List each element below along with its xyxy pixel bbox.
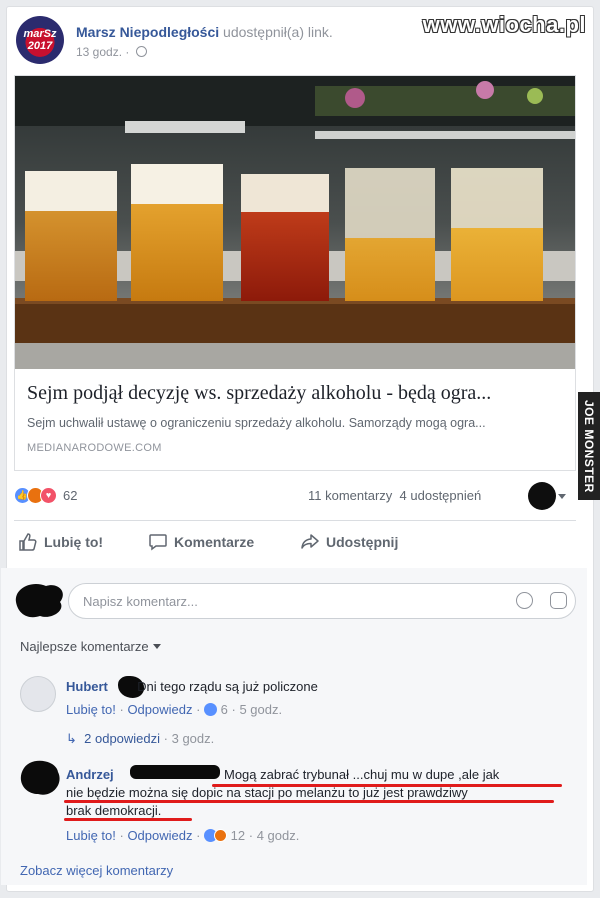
comment-input[interactable]: Napisz komentarz... [68, 583, 576, 619]
comment-reaction-count[interactable]: 12 [231, 828, 245, 843]
comment-time[interactable]: 4 godz. [257, 828, 300, 843]
comment-like-link[interactable]: Lubię to! [66, 702, 116, 717]
engagement-stats: 11 komentarzy 4 udostępnień [308, 488, 481, 503]
share-button[interactable]: Udostępnij [300, 532, 398, 552]
chevron-down-icon [152, 644, 161, 649]
commenter-avatar[interactable] [20, 676, 56, 712]
share-button-label: Udostępnij [326, 534, 399, 550]
chevron-down-icon[interactable] [558, 494, 566, 499]
reactions-summary[interactable]: 👍 ♥ 62 [14, 486, 77, 504]
comment-text-line-1: Mogą zabrać trybunał ...chuj mu w dupe ,… [224, 767, 500, 782]
comment-footer: Lubię to! · Odpowiedz · 6 · 5 godz. [66, 702, 283, 717]
love-icon: ♥ [40, 486, 57, 504]
comment-reaction-count[interactable]: 6 [221, 702, 228, 717]
comment-button[interactable]: Komentarze [148, 532, 254, 552]
red-underline [212, 784, 562, 787]
preview-title[interactable]: Sejm podjął decyzję ws. sprzedaży alkoho… [27, 382, 491, 405]
current-user-avatar [15, 583, 63, 618]
post-time[interactable]: 13 godz. [76, 45, 122, 59]
page-avatar-text: marSz 2017 [23, 28, 57, 52]
comment-body: Hubert Dni tego rządu są już policzone [66, 679, 318, 694]
redaction-scribble [130, 765, 220, 779]
site-watermark: www.wiocha.pl [422, 12, 586, 37]
reply-arrow-icon: ↳ [66, 731, 77, 746]
page-avatar[interactable]: marSz 2017 [16, 16, 64, 64]
like-button[interactable]: Lubię to! [18, 532, 103, 552]
post-author-line: Marsz Niepodległości udostępnił(a) link. [76, 24, 333, 40]
comment-button-label: Komentarze [174, 534, 255, 550]
replies-time: 3 godz. [171, 731, 215, 746]
comment-text-line-3: brak demokracji. [66, 803, 162, 818]
comment-text: Dni tego rządu są już policzone [137, 679, 318, 694]
thumbs-up-icon [19, 533, 37, 551]
emoji-icon[interactable] [516, 592, 533, 609]
comment-count-link[interactable]: 11 komentarzy [308, 488, 392, 503]
preview-domain: MEDIANARODOWE.COM [27, 442, 162, 454]
commenter-name[interactable]: Hubert [66, 679, 108, 694]
preview-description: Sejm uchwalił ustawę o ograniczeniu sprz… [27, 416, 486, 430]
share-action-text: udostępnił(a) [223, 24, 304, 40]
replies-count: 2 odpowiedzi [84, 731, 161, 746]
post-meta: 13 godz. · [76, 45, 147, 59]
like-icon [204, 703, 218, 716]
comment-like-link[interactable]: Lubię to! [66, 828, 116, 843]
view-more-comments-link[interactable]: Zobacz więcej komentarzy [20, 863, 173, 878]
view-replies-link[interactable]: ↳ 2 odpowiedzi · 3 godz. [66, 731, 214, 747]
like-button-label: Lubię to! [44, 534, 104, 550]
sort-label: Najlepsze komentarze [20, 639, 149, 654]
commenter-avatar[interactable] [18, 758, 62, 798]
commenter-name[interactable]: Andrzej [66, 767, 114, 782]
comment-reply-link[interactable]: Odpowiedz [127, 702, 192, 717]
red-underline [64, 818, 192, 821]
side-watermark: JOE MONSTER [578, 392, 600, 500]
page-name-link[interactable]: Marsz Niepodległości [76, 24, 219, 40]
share-icon [301, 534, 319, 549]
sticker-icon[interactable] [550, 592, 567, 609]
viewer-avatar[interactable] [528, 482, 556, 510]
beer-flight-photo [15, 76, 575, 369]
red-underline [64, 800, 554, 803]
post-action-bar: Lubię to! Komentarze Udostępnij [14, 528, 576, 560]
comment-icon [149, 534, 167, 551]
divider [14, 520, 576, 521]
angry-icon [214, 829, 228, 842]
link-word[interactable]: link. [308, 24, 333, 40]
comment-reply-link[interactable]: Odpowiedz [127, 828, 192, 843]
comment-sort-dropdown[interactable]: Najlepsze komentarze [20, 639, 161, 654]
share-count-link[interactable]: 4 udostępnień [400, 488, 482, 503]
comment-text-line-2: nie będzie można się dopic na stacji po … [66, 785, 468, 800]
reaction-count: 62 [63, 487, 78, 503]
comment-time[interactable]: 5 godz. [239, 702, 282, 717]
link-preview[interactable]: Sejm podjął decyzję ws. sprzedaży alkoho… [14, 75, 576, 471]
globe-icon [135, 46, 147, 57]
commenter-name-line: Andrzej [66, 767, 114, 782]
comment-footer: Lubię to! · Odpowiedz · 12 · 4 godz. [66, 828, 300, 843]
